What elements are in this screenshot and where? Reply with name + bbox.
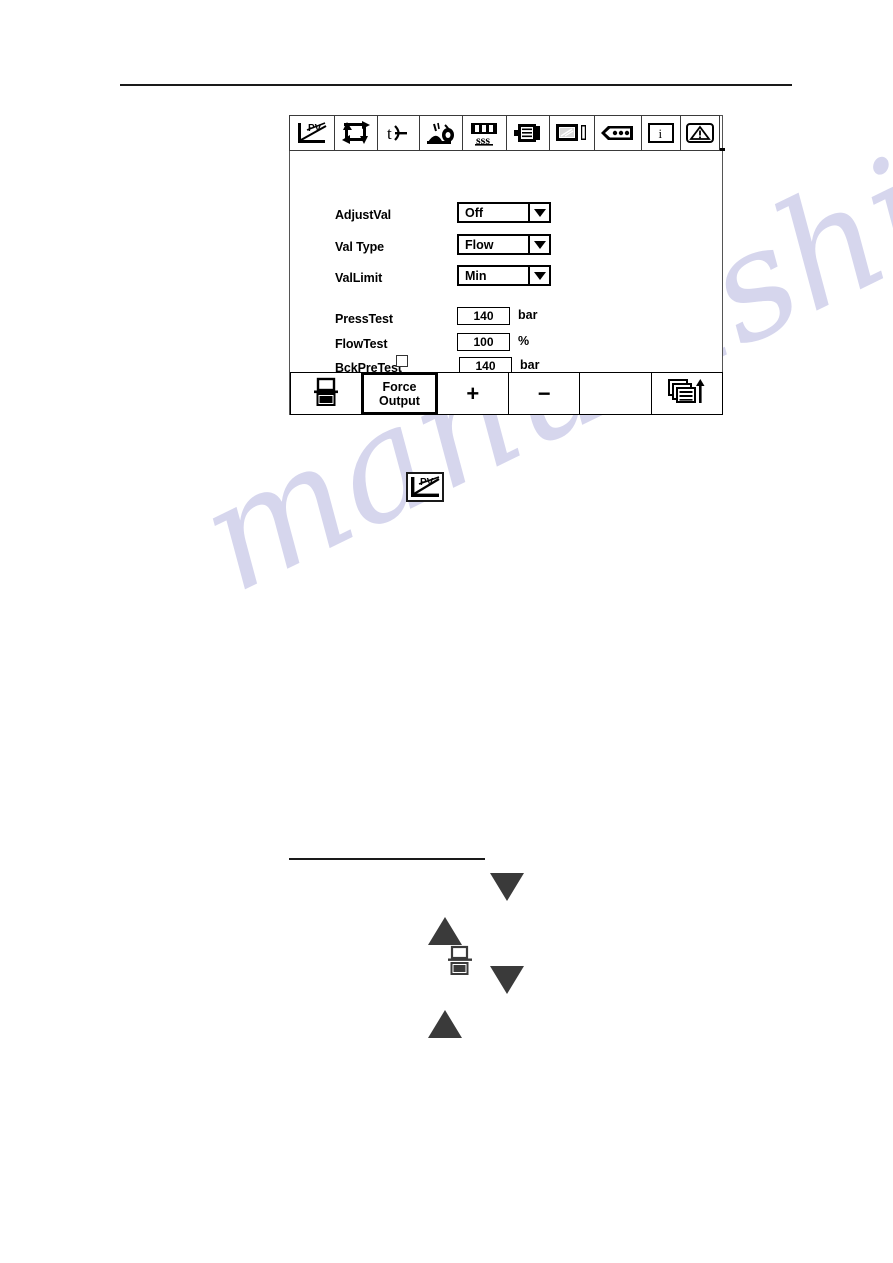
input-presstest[interactable]: 140 bbox=[457, 307, 510, 325]
list-exit-icon bbox=[667, 377, 706, 410]
triangle-up-icon bbox=[428, 900, 462, 945]
toolbar-item-pv-graph[interactable]: PV bbox=[289, 115, 335, 151]
field-label-adjustval: AdjustVal bbox=[335, 208, 392, 222]
field-row-valtype: Val Type bbox=[335, 236, 384, 258]
device-control-panel: PV t sss i AdjustVal Off Val Type Flow V… bbox=[289, 115, 725, 415]
info-icon: i bbox=[647, 122, 675, 144]
unit-presstest: bar bbox=[518, 308, 538, 322]
screen-module-icon bbox=[554, 120, 590, 146]
field-label-valtype: Val Type bbox=[335, 240, 384, 254]
transfer-download-icon bbox=[313, 377, 339, 410]
softkey-button-row: Force Output + − bbox=[290, 372, 723, 415]
pv-graph-icon-standalone: PV bbox=[406, 472, 444, 507]
nozzle-icon bbox=[599, 121, 637, 145]
device-form: AdjustVal Off Val Type Flow ValLimit Min… bbox=[290, 152, 722, 375]
increment-button[interactable]: + bbox=[436, 372, 509, 415]
toolbar-item-cycle[interactable] bbox=[334, 115, 378, 151]
exit-list-button[interactable] bbox=[650, 372, 723, 415]
toolbar-item-nozzle[interactable] bbox=[594, 115, 642, 151]
field-label-presstest: PressTest bbox=[335, 312, 393, 326]
field-label-vallimit: ValLimit bbox=[335, 271, 383, 285]
transfer-download-icon-standalone bbox=[447, 945, 473, 982]
dropdown-valtype[interactable]: Flow bbox=[457, 234, 551, 255]
dropdown-vallimit[interactable]: Min bbox=[457, 265, 551, 286]
toolbar-item-mixer[interactable] bbox=[419, 115, 463, 151]
device-toolbar: PV t sss i bbox=[289, 115, 725, 151]
triangle-down-icon-2 bbox=[490, 966, 524, 1012]
force-output-button[interactable]: Force Output bbox=[361, 372, 438, 415]
force-output-label-line2: Output bbox=[379, 393, 420, 408]
chevron-down-icon[interactable] bbox=[529, 202, 551, 223]
decrement-button[interactable]: − bbox=[507, 372, 581, 415]
triangle-down-icon bbox=[490, 873, 524, 919]
cycle-loop-icon bbox=[340, 120, 372, 146]
svg-text:i: i bbox=[659, 126, 663, 141]
field-row-presstest: PressTest bbox=[335, 308, 393, 330]
field-row-vallimit: ValLimit bbox=[335, 267, 382, 289]
option-checkbox[interactable] bbox=[396, 355, 408, 367]
toolbar-item-motor[interactable] bbox=[506, 115, 550, 151]
toolbar-item-alarm[interactable] bbox=[680, 115, 720, 151]
header-rule bbox=[120, 84, 792, 86]
dropdown-adjustval-value: Off bbox=[457, 202, 529, 223]
unit-flowtest: % bbox=[518, 334, 530, 348]
dropdown-adjustval[interactable]: Off bbox=[457, 202, 551, 223]
chevron-down-icon[interactable] bbox=[529, 265, 551, 286]
field-row-adjustval: AdjustVal bbox=[335, 204, 391, 226]
increment-label: + bbox=[466, 380, 480, 406]
input-flowtest[interactable]: 100 bbox=[457, 333, 510, 351]
force-output-label-line1: Force bbox=[382, 379, 417, 394]
svg-text:t: t bbox=[387, 124, 392, 143]
input-flowtest-value: 100 bbox=[473, 335, 494, 349]
section-rule bbox=[289, 858, 485, 860]
field-row-flowtest: FlowTest bbox=[335, 333, 388, 355]
pv-graph-icon: PV bbox=[295, 120, 329, 146]
motor-icon bbox=[511, 120, 545, 146]
chevron-down-icon[interactable] bbox=[529, 234, 551, 255]
alarm-warning-icon bbox=[685, 122, 715, 144]
unit-bckpretest: bar bbox=[520, 358, 540, 372]
toolbar-item-timer[interactable]: t bbox=[377, 115, 420, 151]
toolbar-item-heating[interactable]: sss bbox=[462, 115, 507, 151]
empty-button[interactable] bbox=[579, 372, 652, 415]
dropdown-valtype-value: Flow bbox=[457, 234, 529, 255]
decrement-label: − bbox=[537, 380, 551, 406]
input-presstest-value: 140 bbox=[473, 309, 494, 323]
field-label-flowtest: FlowTest bbox=[335, 337, 388, 351]
toolbar-item-display[interactable] bbox=[549, 115, 595, 151]
triangle-up-icon-2 bbox=[428, 993, 462, 1038]
toolbar-item-info[interactable]: i bbox=[641, 115, 681, 151]
input-bckpretest-value: 140 bbox=[475, 359, 496, 373]
dropdown-vallimit-value: Min bbox=[457, 265, 529, 286]
heater-bands-icon: sss bbox=[468, 120, 502, 146]
timer-icon: t bbox=[383, 121, 415, 145]
transfer-button[interactable] bbox=[290, 372, 363, 415]
mixer-icon bbox=[424, 120, 458, 146]
